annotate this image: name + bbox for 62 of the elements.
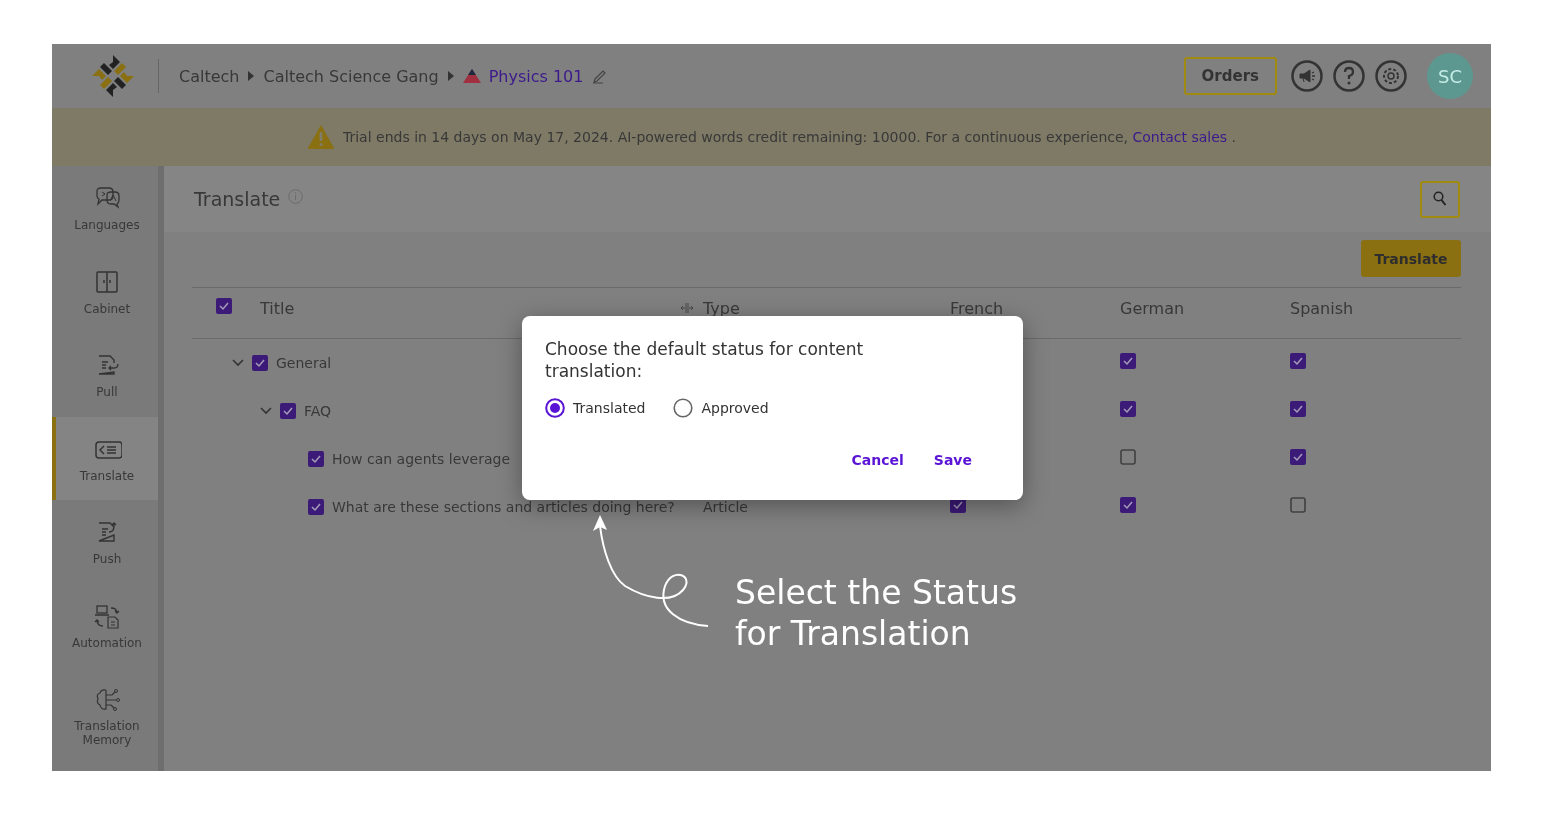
checkbox[interactable] (252, 355, 268, 371)
checkbox[interactable] (1120, 353, 1136, 369)
table-cell: Article (703, 499, 748, 515)
sync-icon (92, 603, 122, 630)
row-title: What are these sections and articles doing here? (332, 499, 675, 515)
sidebar-item[interactable]: Cabinet (52, 249, 158, 333)
caret-icon (247, 70, 256, 82)
sidebar-item[interactable]: Translation Memory (52, 667, 158, 755)
radio-button[interactable] (673, 398, 694, 418)
save-button[interactable]: Save (925, 448, 980, 472)
edit-icon (591, 68, 608, 84)
column-header: French (950, 298, 1005, 318)
checkbox[interactable] (1120, 497, 1136, 513)
checkbox[interactable] (308, 499, 324, 515)
search-icon (1433, 191, 1447, 207)
banner-message: Trial ends in 14 days on May 17, 2024. AI-powered words credit remaining: 10000. For a continuous experience, Contact sales . (342, 129, 1237, 145)
breadcrumb-link[interactable]: Physics 101 (488, 66, 584, 86)
row-title: FAQ (304, 403, 332, 419)
triangle-icon (462, 69, 481, 83)
settings-icon[interactable] (1375, 60, 1407, 92)
warning-icon (306, 124, 335, 150)
dialog-title: Choose the default status for content translation: (545, 338, 865, 382)
contact-sales-link[interactable]: Contact sales (1132, 129, 1228, 145)
checkbox[interactable] (1120, 449, 1136, 465)
sidebar-item[interactable]: Push (52, 500, 158, 584)
sidebar-item[interactable]: Translate (52, 416, 158, 500)
row-title: How can agents leverage (332, 451, 510, 467)
column-header: Title (260, 298, 296, 318)
radio-button[interactable] (545, 398, 565, 418)
column-header: Spanish (1290, 298, 1355, 318)
sidebar-item[interactable]: Languages (52, 166, 158, 250)
sidebar-item[interactable]: Pull (52, 333, 158, 417)
cancel-button[interactable]: Cancel (843, 448, 912, 472)
page-title: Translate (194, 188, 281, 210)
sidebar-item[interactable]: Automation (52, 583, 158, 667)
row-title: General (276, 355, 332, 371)
checkbox[interactable] (1290, 353, 1306, 369)
logo (90, 53, 136, 99)
breadcrumb-link[interactable]: Caltech (179, 66, 240, 86)
user-avatar[interactable]: SC (1427, 53, 1473, 99)
search-button[interactable] (1420, 180, 1460, 218)
checkbox[interactable] (216, 298, 232, 314)
checkbox[interactable] (1120, 401, 1136, 417)
info-icon (288, 188, 304, 204)
help-icon[interactable] (1333, 60, 1365, 92)
column-header: Type (703, 298, 741, 318)
scrollbar[interactable] (158, 166, 164, 771)
megaphone-icon[interactable] (1291, 60, 1323, 92)
breadcrumb-link[interactable]: Caltech Science Gang (263, 66, 439, 86)
annotation-text: Select the Status for Translation (735, 572, 1018, 654)
checkbox[interactable] (308, 451, 324, 467)
checkbox[interactable] (1290, 497, 1306, 513)
column-header: German (1120, 298, 1186, 318)
checkbox[interactable] (1290, 401, 1306, 417)
radio-option[interactable]: Translated (545, 398, 646, 418)
column-resize-icon (680, 303, 694, 313)
checkbox[interactable] (1290, 449, 1306, 465)
radio-option[interactable]: Approved (673, 398, 769, 418)
orders-button[interactable]: Orders (1183, 57, 1277, 95)
caret-icon (446, 70, 455, 82)
translate-button[interactable]: Translate (1361, 240, 1461, 277)
checkbox[interactable] (280, 403, 296, 419)
